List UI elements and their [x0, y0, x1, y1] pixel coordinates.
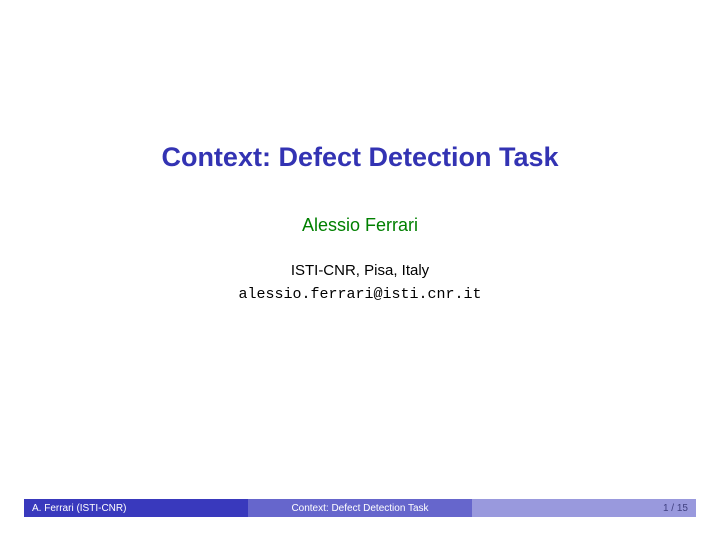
footer-author: A. Ferrari (ISTI-CNR): [24, 499, 248, 517]
affiliation: ISTI-CNR, Pisa, Italy: [291, 262, 429, 279]
author-name: Alessio Ferrari: [302, 215, 418, 236]
footer-bar: A. Ferrari (ISTI-CNR) Context: Defect De…: [24, 499, 696, 517]
slide-title: Context: Defect Detection Task: [161, 142, 558, 173]
footer-page-number: 1 / 15: [472, 499, 696, 517]
email-address: alessio.ferrari@isti.cnr.it: [238, 286, 481, 303]
slide-content: Context: Defect Detection Task Alessio F…: [0, 0, 720, 541]
slide: Context: Defect Detection Task Alessio F…: [0, 0, 720, 541]
footer-title: Context: Defect Detection Task: [248, 499, 472, 517]
